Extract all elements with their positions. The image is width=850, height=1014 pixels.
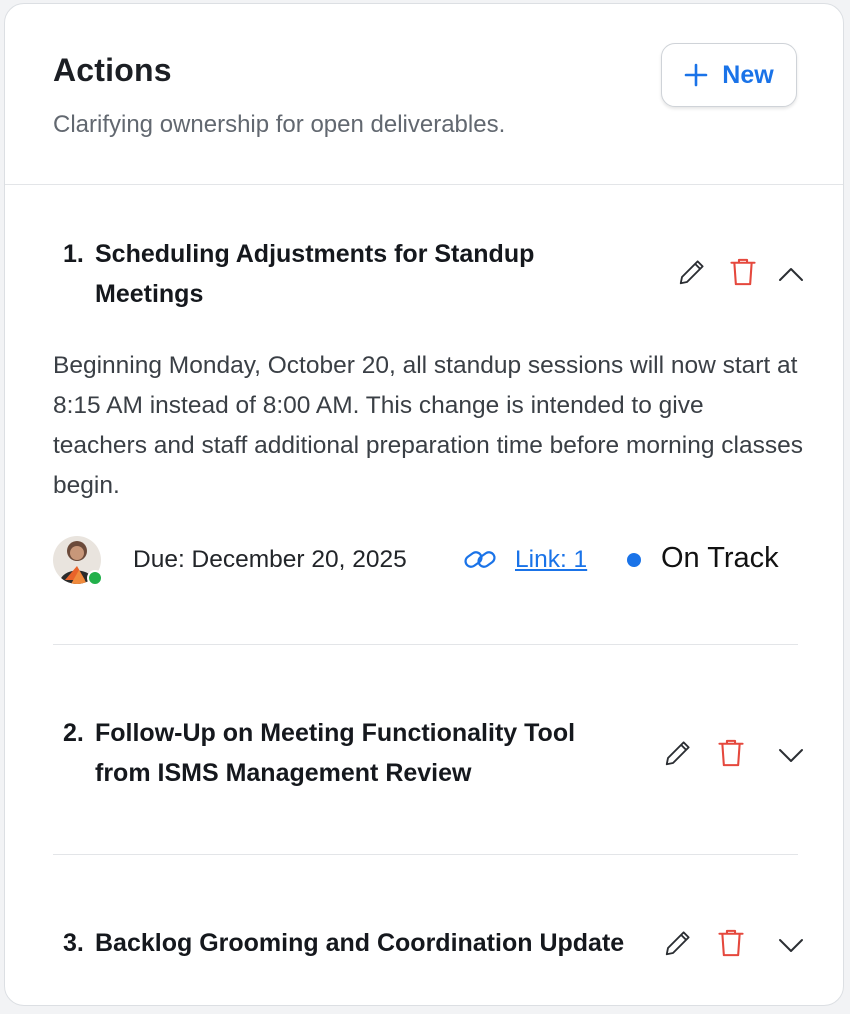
action-meta: Due: December 20, 2025 Link: 1 On Track <box>53 536 798 586</box>
action-item-2: 2. Follow-Up on Meeting Functionality To… <box>53 713 803 813</box>
collapse-button[interactable] <box>775 258 807 290</box>
action-description: Beginning Monday, October 20, all standu… <box>53 352 803 499</box>
card-header: Actions Clarifying ownership for open de… <box>5 4 843 185</box>
pencil-icon <box>665 741 690 766</box>
new-action-button[interactable]: New <box>661 43 797 107</box>
edit-button[interactable] <box>676 256 708 288</box>
edit-button[interactable] <box>662 927 694 959</box>
action-number: 2. <box>63 719 84 747</box>
pencil-icon <box>665 931 690 956</box>
chevron-up-icon <box>779 268 803 281</box>
online-status-dot <box>87 570 103 586</box>
trash-icon <box>718 739 744 767</box>
action-title-line-1: Follow-Up on Meeting Functionality Tool <box>95 719 576 747</box>
action-title-line-1: Backlog Grooming and Coordination Update <box>95 929 625 957</box>
chevron-down-icon <box>779 749 803 762</box>
action-title[interactable]: 1. Scheduling Adjustments for Standup Me… <box>63 234 534 314</box>
action-item-3: 3. Backlog Grooming and Coordination Upd… <box>53 923 803 983</box>
action-title-line-2: from ISMS Management Review <box>95 759 472 787</box>
action-number: 1. <box>63 240 84 268</box>
action-title[interactable]: 2. Follow-Up on Meeting Functionality To… <box>63 713 575 793</box>
expand-button[interactable] <box>775 739 807 771</box>
delete-button[interactable] <box>727 256 759 288</box>
action-number: 3. <box>63 929 84 957</box>
status-badge: On Track <box>661 542 779 574</box>
card-title: Actions <box>53 52 172 88</box>
avatar[interactable] <box>53 536 103 586</box>
divider <box>53 644 798 645</box>
delete-button[interactable] <box>715 927 747 959</box>
action-title[interactable]: 3. Backlog Grooming and Coordination Upd… <box>63 923 624 963</box>
link-count[interactable]: Link: 1 <box>515 546 587 574</box>
card-subtitle: Clarifying ownership for open deliverabl… <box>53 111 506 138</box>
edit-button[interactable] <box>662 737 694 769</box>
chevron-down-icon <box>779 939 803 952</box>
delete-button[interactable] <box>715 737 747 769</box>
action-title-line-1: Scheduling Adjustments for Standup <box>95 240 535 268</box>
due-date: Due: December 20, 2025 <box>133 546 407 573</box>
status-dot <box>627 553 641 567</box>
plus-icon <box>684 63 708 87</box>
divider <box>53 854 798 855</box>
new-button-label: New <box>722 60 774 89</box>
trash-icon <box>718 929 744 957</box>
actions-card: Actions Clarifying ownership for open de… <box>4 3 844 1006</box>
link-icon <box>464 551 496 568</box>
expand-button[interactable] <box>775 929 807 961</box>
action-item-1: 1. Scheduling Adjustments for Standup Me… <box>53 234 803 644</box>
pencil-icon <box>679 260 704 285</box>
action-title-line-2: Meetings <box>95 280 204 308</box>
trash-icon <box>730 258 756 286</box>
